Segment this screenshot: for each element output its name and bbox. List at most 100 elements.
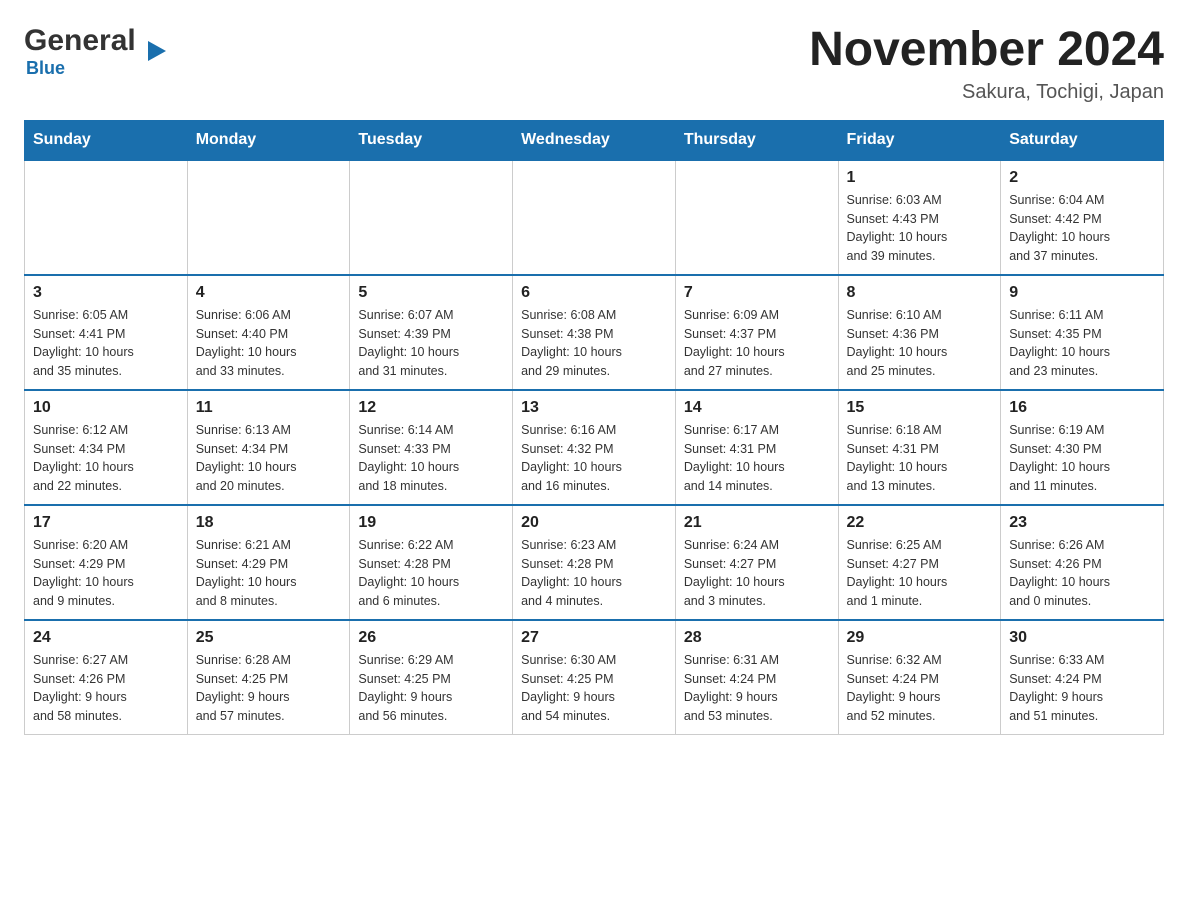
day-number: 19 — [358, 514, 504, 532]
calendar-cell: 6Sunrise: 6:08 AMSunset: 4:38 PMDaylight… — [513, 275, 676, 390]
day-number: 3 — [33, 284, 179, 302]
day-info: Sunrise: 6:09 AMSunset: 4:37 PMDaylight:… — [684, 306, 830, 381]
title-section: November 2024 Sakura, Tochigi, Japan — [809, 24, 1164, 104]
day-number: 13 — [521, 399, 667, 417]
day-info: Sunrise: 6:20 AMSunset: 4:29 PMDaylight:… — [33, 536, 179, 611]
day-info: Sunrise: 6:32 AMSunset: 4:24 PMDaylight:… — [847, 651, 993, 726]
day-info: Sunrise: 6:27 AMSunset: 4:26 PMDaylight:… — [33, 651, 179, 726]
header-monday: Monday — [187, 120, 350, 160]
day-info: Sunrise: 6:16 AMSunset: 4:32 PMDaylight:… — [521, 421, 667, 496]
day-info: Sunrise: 6:11 AMSunset: 4:35 PMDaylight:… — [1009, 306, 1155, 381]
day-info: Sunrise: 6:06 AMSunset: 4:40 PMDaylight:… — [196, 306, 342, 381]
calendar-cell: 28 Sunrise: 6:31 AMSunset: 4:24 PMDayligh… — [675, 620, 838, 735]
day-info: Sunrise: 6:25 AMSunset: 4:27 PMDaylight:… — [847, 536, 993, 611]
calendar-cell: 15Sunrise: 6:18 AMSunset: 4:31 PMDayligh… — [838, 390, 1001, 505]
day-info: Sunrise: 6:26 AMSunset: 4:26 PMDaylight:… — [1009, 536, 1155, 611]
header-wednesday: Wednesday — [513, 120, 676, 160]
day-number: 10 — [33, 399, 179, 417]
calendar-table: Sunday Monday Tuesday Wednesday Thursday… — [24, 120, 1164, 735]
calendar-cell: 12Sunrise: 6:14 AMSunset: 4:33 PMDayligh… — [350, 390, 513, 505]
day-number: 14 — [684, 399, 830, 417]
calendar-cell — [350, 160, 513, 275]
calendar-cell: 17Sunrise: 6:20 AMSunset: 4:29 PMDayligh… — [25, 505, 188, 620]
day-number: 30 — [1009, 629, 1155, 647]
day-number: 7 — [684, 284, 830, 302]
week-row-4: 17Sunrise: 6:20 AMSunset: 4:29 PMDayligh… — [25, 505, 1164, 620]
calendar-cell: 29 Sunrise: 6:32 AMSunset: 4:24 PMDayligh… — [838, 620, 1001, 735]
day-number: 23 — [1009, 514, 1155, 532]
day-number: 9 — [1009, 284, 1155, 302]
calendar-cell — [25, 160, 188, 275]
calendar-cell: 14 Sunrise: 6:17 AMSunset: 4:31 PMDayligh… — [675, 390, 838, 505]
logo: General Blue — [24, 24, 148, 79]
day-info: Sunrise: 6:19 AMSunset: 4:30 PMDaylight:… — [1009, 421, 1155, 496]
calendar-cell: 18 Sunrise: 6:21 AMSunset: 4:29 PMDayligh… — [187, 505, 350, 620]
day-number: 24 — [33, 629, 179, 647]
day-info: Sunrise: 6:07 AMSunset: 4:39 PMDaylight:… — [358, 306, 504, 381]
day-number: 21 — [684, 514, 830, 532]
day-number: 28 — [684, 629, 830, 647]
calendar-cell: 22 Sunrise: 6:25 AMSunset: 4:27 PMDayligh… — [838, 505, 1001, 620]
day-number: 26 — [358, 629, 504, 647]
day-number: 16 — [1009, 399, 1155, 417]
day-info: Sunrise: 6:17 AMSunset: 4:31 PMDaylight:… — [684, 421, 830, 496]
day-number: 8 — [847, 284, 993, 302]
day-info: Sunrise: 6:14 AMSunset: 4:33 PMDaylight:… — [358, 421, 504, 496]
day-info: Sunrise: 6:13 AMSunset: 4:34 PMDaylight:… — [196, 421, 342, 496]
day-number: 11 — [196, 399, 342, 417]
calendar-cell: 5 Sunrise: 6:07 AMSunset: 4:39 PMDaylight… — [350, 275, 513, 390]
calendar-cell: 23 Sunrise: 6:26 AMSunset: 4:26 PMDayligh… — [1001, 505, 1164, 620]
header-tuesday: Tuesday — [350, 120, 513, 160]
calendar-cell — [513, 160, 676, 275]
week-row-1: 1 Sunrise: 6:03 AMSunset: 4:43 PMDaylight… — [25, 160, 1164, 275]
calendar-cell: 1 Sunrise: 6:03 AMSunset: 4:43 PMDaylight… — [838, 160, 1001, 275]
calendar-cell: 10Sunrise: 6:12 AMSunset: 4:34 PMDayligh… — [25, 390, 188, 505]
day-info: Sunrise: 6:33 AMSunset: 4:24 PMDaylight:… — [1009, 651, 1155, 726]
calendar-cell: 16 Sunrise: 6:19 AMSunset: 4:30 PMDayligh… — [1001, 390, 1164, 505]
calendar-cell: 4 Sunrise: 6:06 AMSunset: 4:40 PMDaylight… — [187, 275, 350, 390]
location: Sakura, Tochigi, Japan — [809, 81, 1164, 104]
week-row-2: 3Sunrise: 6:05 AMSunset: 4:41 PMDaylight… — [25, 275, 1164, 390]
day-info: Sunrise: 6:03 AMSunset: 4:43 PMDaylight:… — [847, 191, 993, 266]
calendar-cell: 11 Sunrise: 6:13 AMSunset: 4:34 PMDayligh… — [187, 390, 350, 505]
day-number: 5 — [358, 284, 504, 302]
header-saturday: Saturday — [1001, 120, 1164, 160]
day-info: Sunrise: 6:21 AMSunset: 4:29 PMDaylight:… — [196, 536, 342, 611]
calendar-cell: 9 Sunrise: 6:11 AMSunset: 4:35 PMDaylight… — [1001, 275, 1164, 390]
page-header: General Blue November 2024 Sakura, Tochi… — [24, 24, 1164, 104]
day-number: 2 — [1009, 169, 1155, 187]
logo-blue-text: Blue — [24, 58, 65, 79]
day-info: Sunrise: 6:23 AMSunset: 4:28 PMDaylight:… — [521, 536, 667, 611]
day-number: 4 — [196, 284, 342, 302]
day-info: Sunrise: 6:22 AMSunset: 4:28 PMDaylight:… — [358, 536, 504, 611]
day-info: Sunrise: 6:18 AMSunset: 4:31 PMDaylight:… — [847, 421, 993, 496]
day-info: Sunrise: 6:28 AMSunset: 4:25 PMDaylight:… — [196, 651, 342, 726]
day-number: 1 — [847, 169, 993, 187]
logo-general-text: General — [24, 24, 136, 58]
day-info: Sunrise: 6:31 AMSunset: 4:24 PMDaylight:… — [684, 651, 830, 726]
header-thursday: Thursday — [675, 120, 838, 160]
header-friday: Friday — [838, 120, 1001, 160]
day-number: 22 — [847, 514, 993, 532]
calendar-cell: 21 Sunrise: 6:24 AMSunset: 4:27 PMDayligh… — [675, 505, 838, 620]
day-info: Sunrise: 6:08 AMSunset: 4:38 PMDaylight:… — [521, 306, 667, 381]
header-sunday: Sunday — [25, 120, 188, 160]
calendar-cell: 26 Sunrise: 6:29 AMSunset: 4:25 PMDayligh… — [350, 620, 513, 735]
calendar-cell: 8Sunrise: 6:10 AMSunset: 4:36 PMDaylight… — [838, 275, 1001, 390]
week-row-5: 24 Sunrise: 6:27 AMSunset: 4:26 PMDayligh… — [25, 620, 1164, 735]
calendar-cell: 7 Sunrise: 6:09 AMSunset: 4:37 PMDaylight… — [675, 275, 838, 390]
calendar-cell — [675, 160, 838, 275]
day-info: Sunrise: 6:04 AMSunset: 4:42 PMDaylight:… — [1009, 191, 1155, 266]
day-number: 29 — [847, 629, 993, 647]
calendar-cell: 2 Sunrise: 6:04 AMSunset: 4:42 PMDaylight… — [1001, 160, 1164, 275]
week-row-3: 10Sunrise: 6:12 AMSunset: 4:34 PMDayligh… — [25, 390, 1164, 505]
day-info: Sunrise: 6:24 AMSunset: 4:27 PMDaylight:… — [684, 536, 830, 611]
calendar-cell: 19 Sunrise: 6:22 AMSunset: 4:28 PMDayligh… — [350, 505, 513, 620]
day-number: 18 — [196, 514, 342, 532]
calendar-cell — [187, 160, 350, 275]
calendar-header-row: Sunday Monday Tuesday Wednesday Thursday… — [25, 120, 1164, 160]
day-info: Sunrise: 6:29 AMSunset: 4:25 PMDaylight:… — [358, 651, 504, 726]
calendar-cell: 24 Sunrise: 6:27 AMSunset: 4:26 PMDayligh… — [25, 620, 188, 735]
calendar-cell: 3Sunrise: 6:05 AMSunset: 4:41 PMDaylight… — [25, 275, 188, 390]
calendar-cell: 25Sunrise: 6:28 AMSunset: 4:25 PMDayligh… — [187, 620, 350, 735]
